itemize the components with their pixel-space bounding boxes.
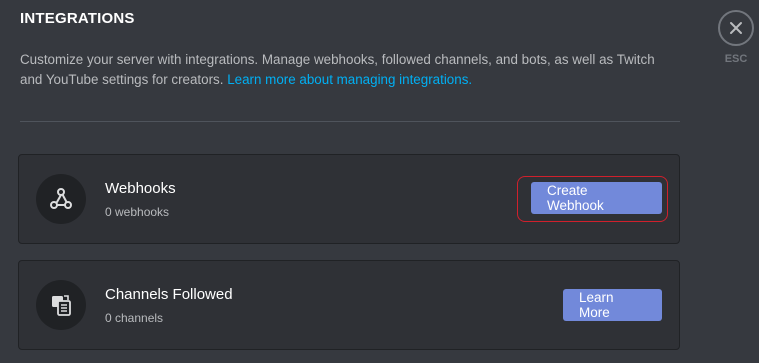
create-webhook-button[interactable]: Create Webhook <box>531 182 662 214</box>
learn-more-button[interactable]: Learn More <box>563 289 662 321</box>
page-description: Customize your server with integrations.… <box>20 50 680 90</box>
webhooks-card: Webhooks 0 webhooks Create Webhook <box>18 154 680 244</box>
webhooks-count: 0 webhooks <box>105 205 170 219</box>
close-control: ESC <box>718 10 754 65</box>
channels-followed-card: Channels Followed 0 channels Learn More <box>18 260 680 350</box>
webhooks-title: Webhooks <box>105 180 176 197</box>
channel-follow-icon <box>36 280 86 330</box>
close-button[interactable] <box>718 10 754 46</box>
page-title: INTEGRATIONS <box>20 10 135 27</box>
divider <box>20 121 680 122</box>
channels-count: 0 channels <box>105 311 164 325</box>
webhook-icon <box>36 174 86 224</box>
esc-label: ESC <box>724 53 748 65</box>
close-icon <box>730 22 742 34</box>
channels-followed-title: Channels Followed <box>105 286 233 303</box>
learn-more-integrations-link[interactable]: Learn more about managing integrations. <box>227 72 472 87</box>
integrations-page: INTEGRATIONS Customize your server with … <box>0 0 759 363</box>
